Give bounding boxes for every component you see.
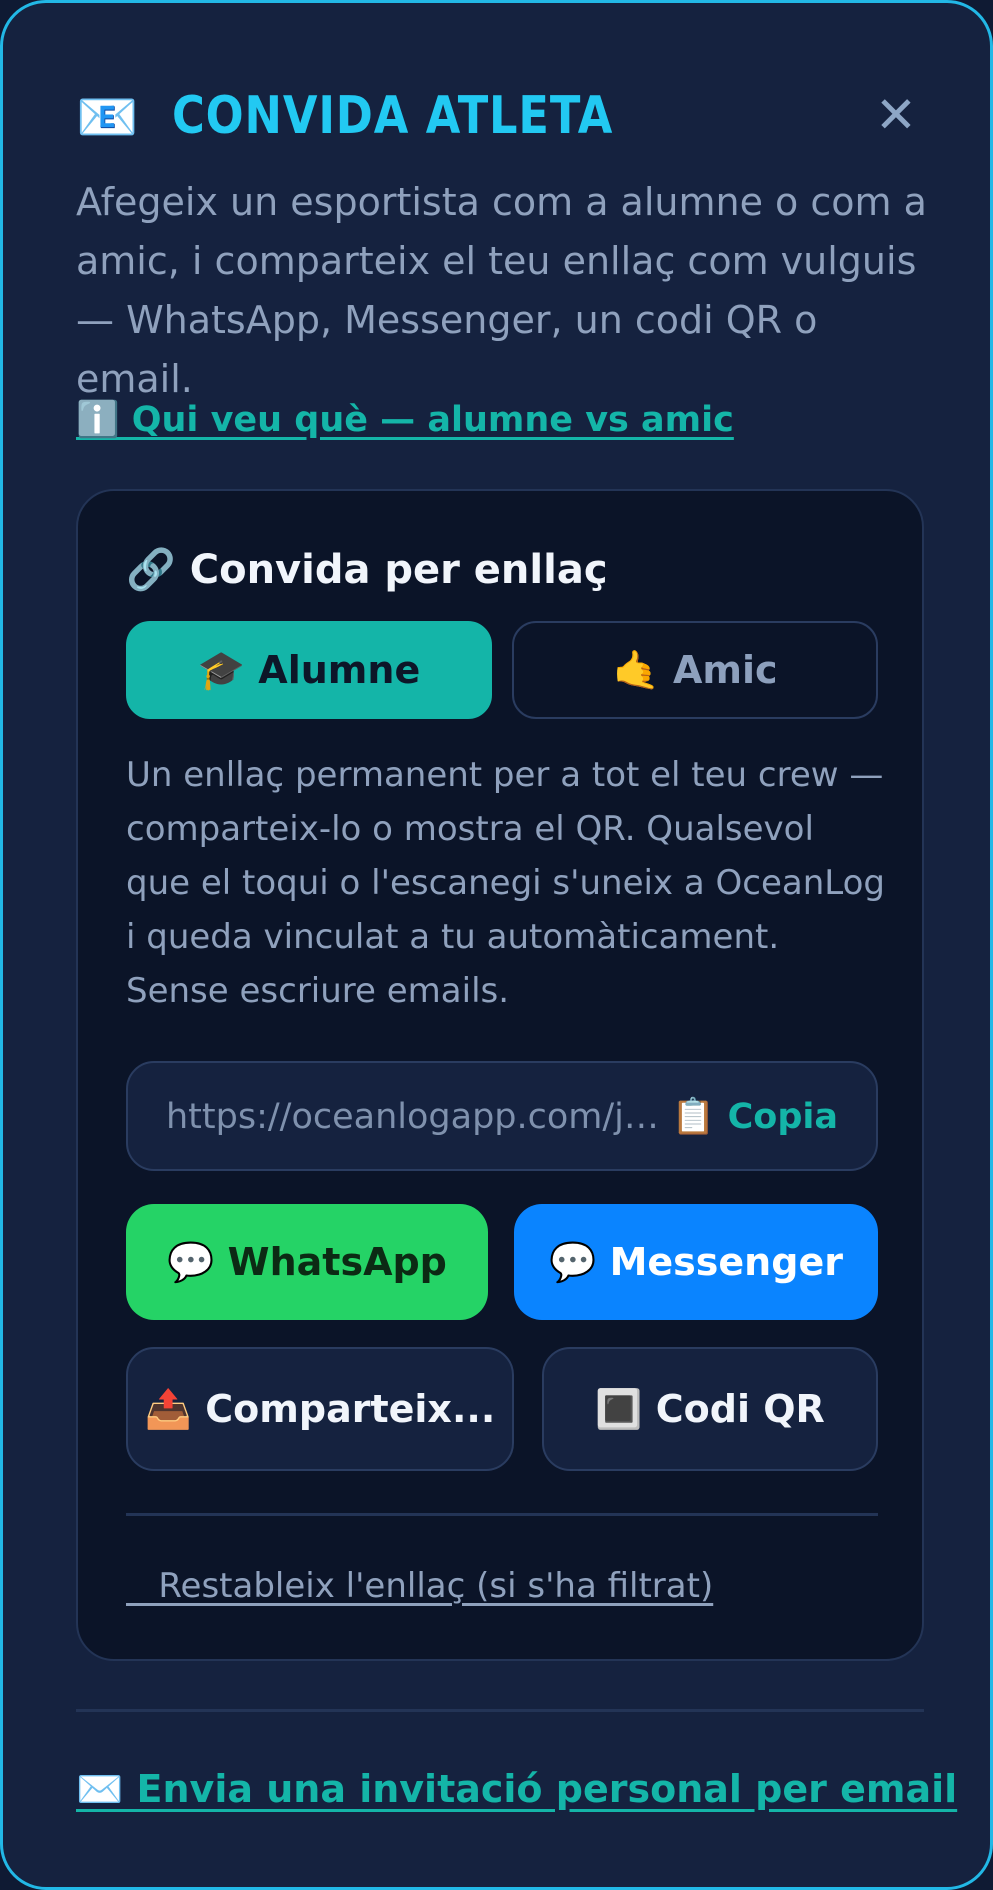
card-divider (126, 1513, 878, 1516)
envelope-icon: 📧 (76, 88, 139, 146)
reset-link-button[interactable]: Restableix l'enllaç (si s'ha filtrat) (126, 1561, 713, 1611)
share-whatsapp-button[interactable]: 💬 WhatsApp (126, 1204, 488, 1320)
share-generic-button[interactable]: 📤 Comparteix... (126, 1347, 514, 1471)
close-icon[interactable]: ✕ (866, 85, 926, 145)
share-messenger-button[interactable]: 💬 Messenger (514, 1204, 878, 1320)
modal-header: 📧 CONVIDA ATLETA ✕ (76, 83, 926, 153)
info-link-who-sees-what[interactable]: ℹ️ Qui veu què — alumne vs amic (76, 395, 734, 445)
copy-link-button[interactable]: 📋 Copia (672, 1089, 838, 1145)
toggle-amic-button[interactable]: 🤙 Amic (512, 621, 878, 719)
invite-link-field[interactable]: https://oceanlogapp.com/jo... (166, 1089, 666, 1145)
section-divider (76, 1709, 924, 1712)
email-invite-link[interactable]: ✉️ Envia una invitació personal per emai… (76, 1761, 957, 1817)
invite-link-box: https://oceanlogapp.com/jo... 📋 Copia (126, 1061, 878, 1171)
qr-code-button[interactable]: 🔳 Codi QR (542, 1347, 878, 1471)
link-description: Un enllaç permanent per a tot el teu cre… (126, 755, 885, 1011)
card-title: 🔗 Convida per enllaç (126, 547, 608, 593)
modal-title: CONVIDA ATLETA (172, 86, 614, 146)
invite-by-link-card: 🔗 Convida per enllaç 🎓 Alumne 🤙 Amic Un … (76, 489, 924, 1661)
invite-athlete-modal: 📧 CONVIDA ATLETA ✕ Afegeix un esportista… (0, 0, 993, 1890)
modal-subtitle: Afegeix un esportista com a alumne o com… (76, 180, 927, 401)
toggle-alumne-button[interactable]: 🎓 Alumne (126, 621, 492, 719)
